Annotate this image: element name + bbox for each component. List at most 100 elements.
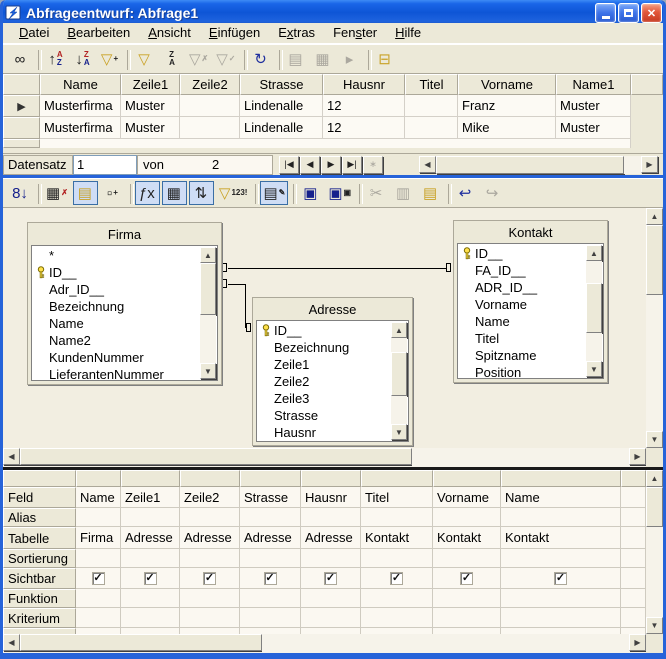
minimize-button[interactable] bbox=[595, 3, 616, 23]
feld-cell[interactable]: Vorname bbox=[433, 487, 501, 508]
scroll-right-button[interactable] bbox=[641, 156, 658, 173]
sichtbar-checkbox[interactable] bbox=[554, 572, 567, 585]
alias-cell[interactable] bbox=[501, 508, 621, 527]
scroll-left-button[interactable] bbox=[3, 634, 20, 651]
sortierung-cell[interactable] bbox=[501, 549, 621, 568]
field-item[interactable]: Vorname bbox=[458, 296, 603, 313]
scrollbar-thumb[interactable] bbox=[20, 634, 262, 651]
column-header-vorname[interactable]: Vorname bbox=[458, 74, 556, 95]
column-header-name[interactable]: Name bbox=[40, 74, 121, 95]
funktion-cell[interactable] bbox=[501, 589, 621, 608]
cell[interactable]: Musterfirma bbox=[40, 95, 121, 117]
sichtbar-checkbox[interactable] bbox=[92, 572, 105, 585]
filter-remove-icon[interactable]: ▽✗ bbox=[186, 47, 211, 71]
feld-cell[interactable]: Name bbox=[76, 487, 121, 508]
tabelle-cell[interactable]: Adresse bbox=[121, 527, 180, 549]
menu-extras[interactable]: Extras bbox=[269, 23, 324, 43]
sortierung-cell[interactable] bbox=[76, 549, 121, 568]
sichtbar-checkbox[interactable] bbox=[203, 572, 216, 585]
column-header-hausnr[interactable]: Hausnr bbox=[323, 74, 405, 95]
show-functions-icon[interactable]: ƒx bbox=[135, 181, 160, 205]
grid-column-header[interactable] bbox=[301, 470, 361, 487]
sichtbar-checkbox[interactable] bbox=[144, 572, 157, 585]
field-item[interactable]: KundenNummer bbox=[32, 349, 217, 366]
close-button[interactable]: ✕ bbox=[641, 3, 662, 23]
tabelle-cell[interactable]: Firma bbox=[76, 527, 121, 549]
tabelle-cell[interactable]: Adresse bbox=[301, 527, 361, 549]
field-item[interactable]: Position bbox=[458, 364, 603, 379]
column-header-zeile2[interactable]: Zeile2 bbox=[180, 74, 240, 95]
row-selector[interactable]: ▶ bbox=[3, 95, 40, 117]
next-record-button[interactable]: ▶ bbox=[321, 156, 341, 174]
funktion-cell[interactable] bbox=[301, 589, 361, 608]
filter-add-icon[interactable]: ▽+ bbox=[97, 47, 122, 71]
field-item[interactable]: Bezeichnung bbox=[257, 339, 408, 356]
scroll-up-button[interactable] bbox=[646, 208, 663, 225]
grid-column-header[interactable] bbox=[3, 470, 76, 487]
row-selector-header[interactable] bbox=[3, 74, 40, 95]
menu-datei[interactable]: Datei bbox=[10, 23, 58, 43]
sortierung-cell[interactable] bbox=[121, 549, 180, 568]
scroll-up-button[interactable] bbox=[646, 470, 663, 487]
alias-cell[interactable] bbox=[301, 508, 361, 527]
feld-cell[interactable]: Zeile1 bbox=[121, 487, 180, 508]
sort-descending-icon[interactable]: ↓ZA bbox=[70, 47, 95, 71]
numeric-filter-icon[interactable]: ▽123! bbox=[216, 181, 251, 205]
menu-ansicht[interactable]: Ansicht bbox=[139, 23, 200, 43]
alias-cell[interactable] bbox=[180, 508, 240, 527]
new-record-button[interactable]: ∗ bbox=[363, 156, 383, 174]
kriterium-cell[interactable] bbox=[433, 608, 501, 628]
field-item[interactable]: Titel bbox=[458, 330, 603, 347]
sortierung-cell[interactable] bbox=[361, 549, 433, 568]
scrollbar-thumb[interactable] bbox=[200, 263, 216, 315]
tabelle-cell[interactable]: Adresse bbox=[180, 527, 240, 549]
design-vertical-scrollbar[interactable] bbox=[646, 208, 663, 448]
column-header-strasse[interactable]: Strasse bbox=[240, 74, 323, 95]
filter-apply-icon[interactable]: ▽✓ bbox=[213, 47, 238, 71]
grid-vertical-scrollbar[interactable] bbox=[646, 470, 663, 634]
join-line-firma-kontakt[interactable] bbox=[228, 268, 447, 269]
first-record-button[interactable]: |◀ bbox=[279, 156, 299, 174]
column-header-titel[interactable]: Titel bbox=[405, 74, 458, 95]
field-item[interactable]: * bbox=[32, 247, 217, 264]
cell[interactable]: Lindenalle bbox=[240, 95, 323, 117]
sichtbar-checkbox[interactable] bbox=[264, 572, 277, 585]
design-horizontal-scrollbar[interactable] bbox=[3, 448, 646, 467]
kriterium-cell[interactable] bbox=[240, 608, 301, 628]
kriterium-cell[interactable] bbox=[301, 608, 361, 628]
scroll-right-button[interactable] bbox=[629, 634, 646, 651]
funktion-cell[interactable] bbox=[433, 589, 501, 608]
sortierung-cell[interactable] bbox=[180, 549, 240, 568]
menu-bearbeiten[interactable]: Bearbeiten bbox=[58, 23, 139, 43]
record-number-input[interactable] bbox=[73, 155, 137, 175]
field-item[interactable]: FA_ID__ bbox=[458, 262, 603, 279]
kriterium-cell[interactable] bbox=[361, 608, 433, 628]
edit-form-icon[interactable]: ▤ bbox=[284, 47, 309, 71]
alias-cell[interactable] bbox=[433, 508, 501, 527]
row-selector[interactable] bbox=[3, 139, 40, 148]
cell[interactable]: Muster bbox=[121, 117, 180, 139]
sichtbar-checkbox[interactable] bbox=[460, 572, 473, 585]
query-design-canvas[interactable]: Firma * ID__ Adr_ID__ Bezeichnung bbox=[3, 208, 646, 448]
image-icon[interactable]: ▦ bbox=[311, 47, 336, 71]
grid-column-header[interactable] bbox=[180, 470, 240, 487]
join-line-firma-adresse[interactable] bbox=[228, 284, 246, 285]
field-item[interactable]: Spitzname bbox=[458, 347, 603, 364]
tabelle-cell[interactable]: Adresse bbox=[240, 527, 301, 549]
previous-record-button[interactable]: ◀ bbox=[300, 156, 320, 174]
cell[interactable]: Muster bbox=[556, 95, 631, 117]
tabelle-cell[interactable]: Kontakt bbox=[433, 527, 501, 549]
field-item[interactable]: LieferantenNummer bbox=[32, 366, 217, 381]
kriterium-cell[interactable] bbox=[121, 608, 180, 628]
sichtbar-checkbox[interactable] bbox=[390, 572, 403, 585]
field-item[interactable]: Zeile1 bbox=[257, 356, 408, 373]
funktion-cell[interactable] bbox=[180, 589, 240, 608]
field-item[interactable]: ID__ bbox=[458, 245, 603, 262]
filter-icon[interactable]: ▽ bbox=[132, 47, 157, 71]
field-item[interactable]: Zeile3 bbox=[257, 390, 408, 407]
scrollbar-thumb[interactable] bbox=[391, 352, 407, 396]
scrollbar-thumb[interactable] bbox=[586, 283, 602, 333]
field-item[interactable]: Postfach bbox=[257, 441, 408, 442]
scroll-down-button[interactable] bbox=[391, 424, 407, 440]
scrollbar-thumb[interactable] bbox=[646, 225, 663, 295]
